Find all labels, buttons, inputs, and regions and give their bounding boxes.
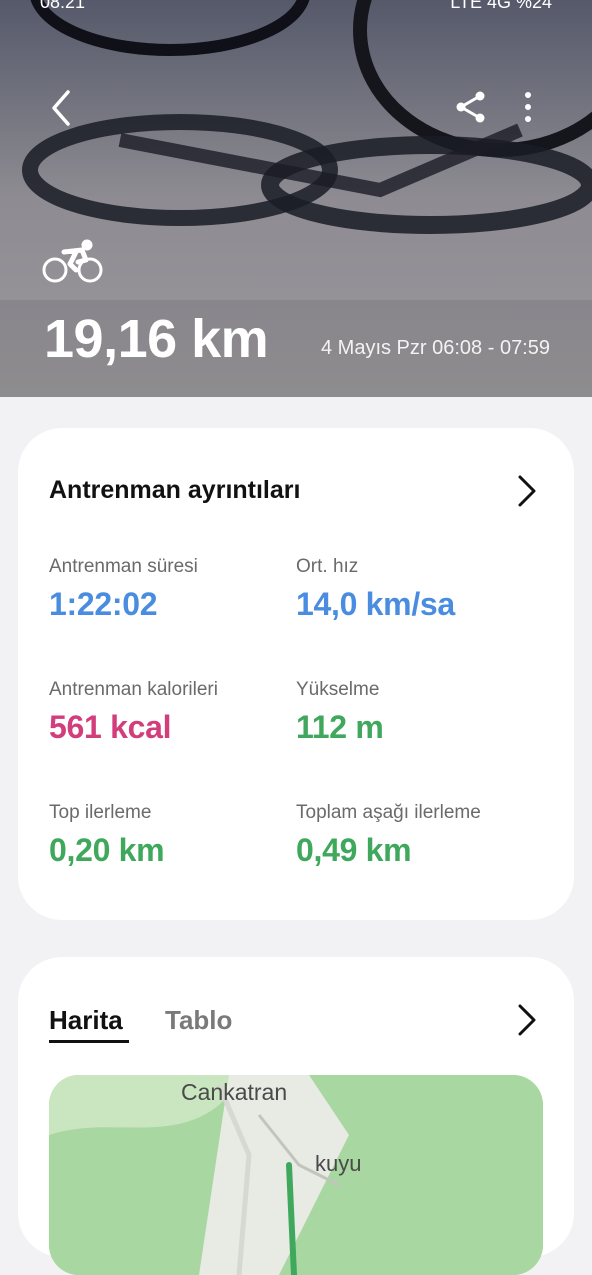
stat-value: 1:22:02 <box>49 586 158 622</box>
stat-calories: Antrenman kalorileri 561 kcal <box>49 679 218 746</box>
more-options-button[interactable] <box>516 90 540 124</box>
cycling-icon <box>42 239 103 283</box>
stat-value: 14,0 km/sa <box>296 586 455 622</box>
hero-header: 08:21 LTE 4G %24 19,16 km 4 Mayıs Pzr 06… <box>0 0 592 397</box>
stat-value: 112 m <box>296 709 384 745</box>
stat-duration: Antrenman süresi 1:22:02 <box>49 556 198 623</box>
share-icon <box>456 91 485 123</box>
chevron-right-icon[interactable] <box>514 1002 538 1038</box>
back-button[interactable] <box>44 86 80 130</box>
workout-date-time: 4 Mayıs Pzr 06:08 - 07:59 <box>320 337 550 359</box>
stat-value: 561 kcal <box>49 709 172 745</box>
stat-value: 0,20 km <box>49 832 165 868</box>
map-card: Harita Tablo Cankatran kuyu <box>18 957 574 1275</box>
status-bar: 08:21 LTE 4G %24 <box>40 0 552 16</box>
workout-details-card[interactable]: Antrenman ayrıntıları Antrenman süresi 1… <box>18 428 574 920</box>
stat-label: Ort. hız <box>296 556 359 577</box>
tab-table[interactable]: Tablo <box>165 1005 232 1036</box>
map-place-label: kuyu <box>315 1151 362 1176</box>
stat-label: Antrenman kalorileri <box>49 679 218 700</box>
stat-value: 0,49 km <box>296 832 412 868</box>
status-indicators: LTE 4G %24 <box>450 0 552 12</box>
tab-map[interactable]: Harita <box>49 1005 123 1036</box>
stat-avg-speed: Ort. hız 14,0 km/sa <box>296 556 455 623</box>
stat-label: Toplam aşağı ilerleme <box>296 802 481 823</box>
stat-label: Yükselme <box>296 679 380 700</box>
status-time: 08:21 <box>40 0 86 12</box>
total-distance: 19,16 km <box>44 309 269 369</box>
share-button[interactable] <box>454 90 488 124</box>
active-tab-indicator <box>49 1040 129 1043</box>
stat-total-descent: Toplam aşağı ilerleme 0,49 km <box>296 802 481 869</box>
stat-label: Antrenman süresi <box>49 556 198 577</box>
map-place-label: Cankatran <box>181 1079 288 1105</box>
map-terrain <box>49 1075 543 1275</box>
route-map[interactable]: Cankatran kuyu <box>49 1075 543 1275</box>
stat-elevation-gain: Yükselme 112 m <box>296 679 384 746</box>
chevron-right-icon[interactable] <box>514 473 538 509</box>
stat-total-ascent: Top ilerleme 0,20 km <box>49 802 165 869</box>
more-vert-icon <box>525 92 531 122</box>
chevron-left-icon <box>52 90 70 126</box>
card-title: Antrenman ayrıntıları <box>49 476 301 504</box>
stat-label: Top ilerleme <box>49 802 152 823</box>
